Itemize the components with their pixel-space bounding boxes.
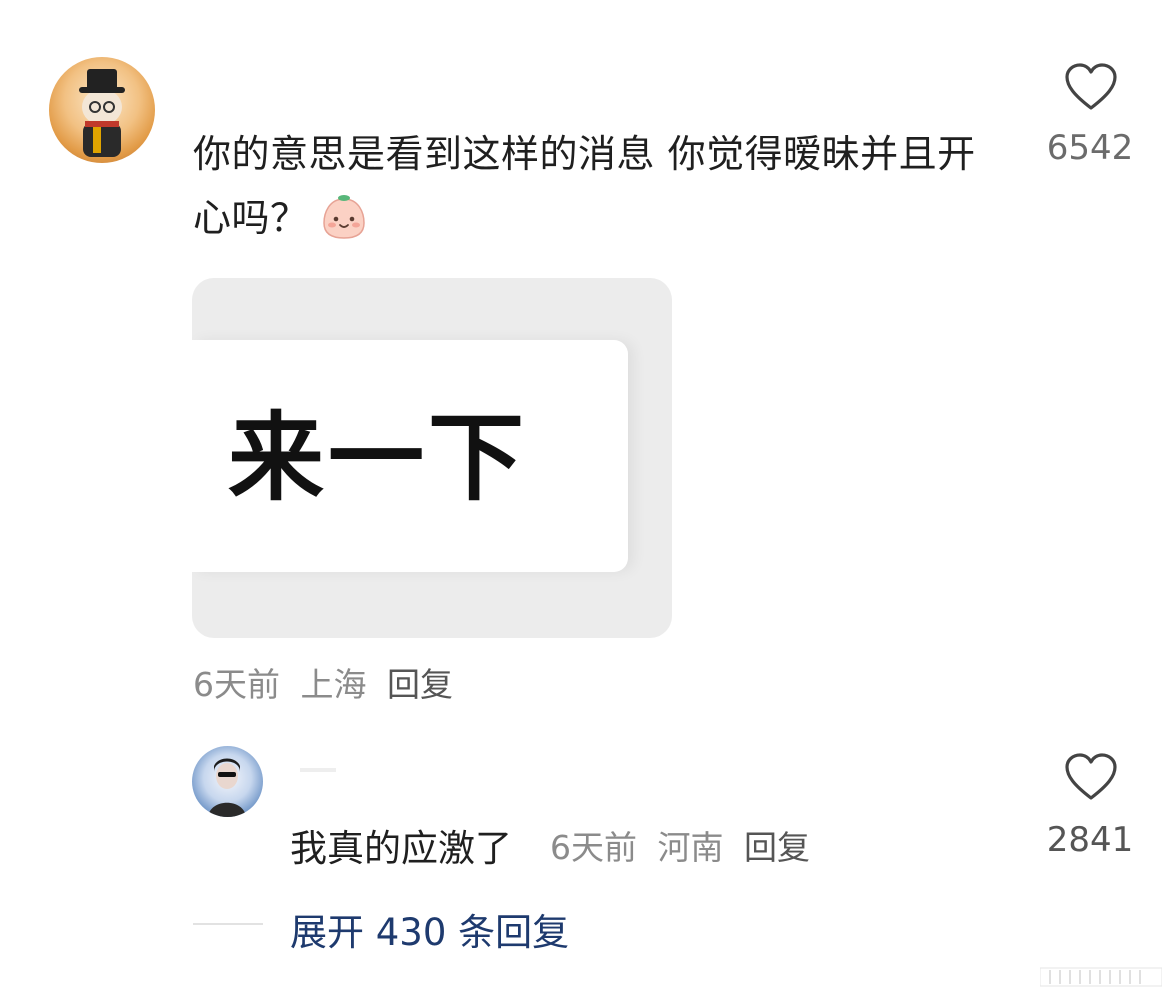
comment-body: 你的意思是看到这样的消息 你觉得暧昧并且开心吗？ [193, 132, 976, 240]
reply-reply-button[interactable]: 回复 [744, 828, 810, 867]
avatar-person-icon [208, 758, 246, 817]
avatar-figure-icon [79, 69, 125, 157]
comment-location: 上海 [300, 665, 367, 704]
peach-face-emoji-icon [319, 191, 369, 241]
reply-meta: 6天前 河南 回复 [550, 821, 820, 869]
image-message-bubble: 来一下 [192, 340, 628, 572]
comment-time: 6天前 [193, 665, 280, 704]
reply-time: 6天前 [550, 828, 637, 867]
expand-replies-link[interactable]: 展开 430 条回复 [290, 902, 569, 956]
commenter-avatar[interactable] [49, 57, 155, 163]
reply-username-placeholder [300, 768, 336, 772]
comment-text: 你的意思是看到这样的消息 你觉得暧昧并且开心吗？ [193, 122, 1013, 250]
reply-avatar[interactable] [192, 746, 263, 817]
watermark-icon [1039, 966, 1163, 988]
like-count: 6542 [1046, 128, 1134, 168]
reply-button[interactable]: 回复 [387, 665, 453, 704]
comment-meta: 6天前 上海 回复 [193, 658, 463, 706]
comment-image[interactable]: 来一下 [192, 278, 672, 638]
like-heart-icon[interactable] [1064, 62, 1118, 112]
reply-location: 河南 [657, 828, 724, 867]
reply-like-heart-icon[interactable] [1064, 752, 1118, 802]
expand-divider [193, 923, 263, 925]
reply-like-count: 2841 [1046, 820, 1134, 860]
reply-text: 我真的应激了 [290, 827, 512, 870]
image-text: 来一下 [228, 402, 528, 514]
